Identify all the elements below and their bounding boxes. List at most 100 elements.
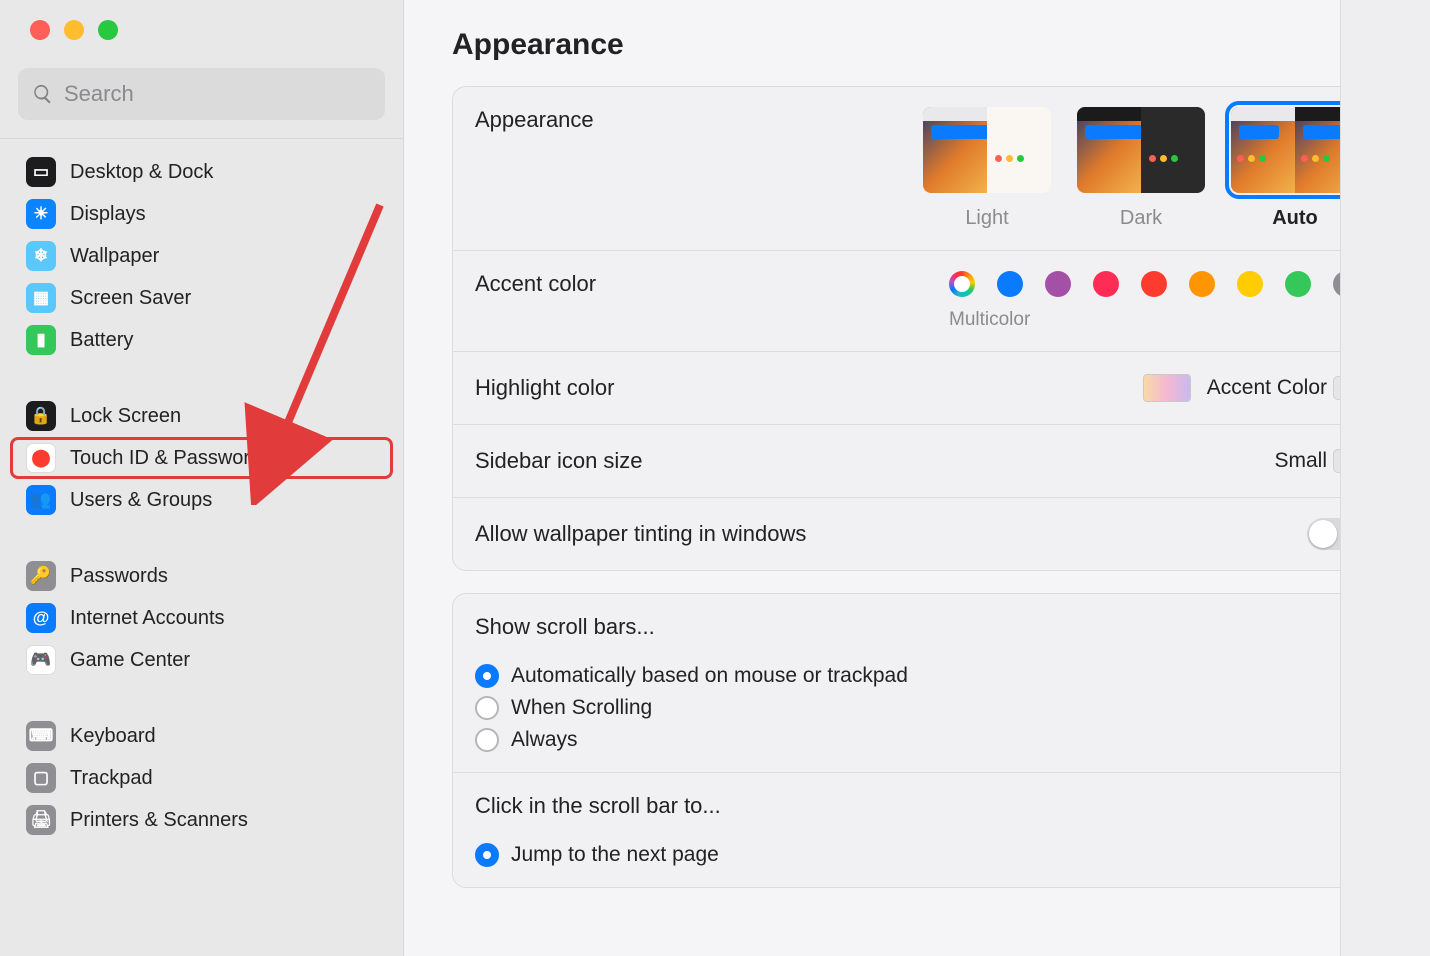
sidebar-item-label: Wallpaper xyxy=(70,245,159,268)
search-field[interactable] xyxy=(18,68,385,120)
lock-screen-icon: 🔒 xyxy=(26,401,56,431)
sidebar-icon-size-label: Sidebar icon size xyxy=(475,448,1268,474)
touch-id-password-icon: ⬤ xyxy=(26,443,56,473)
highlight-color-select[interactable]: Accent Color ▲▼ xyxy=(1201,372,1359,404)
accent-color-ffcc00[interactable] xyxy=(1237,271,1263,297)
sidebar-item-label: Internet Accounts xyxy=(70,607,225,630)
sidebar-item-keyboard[interactable]: ⌨ Keyboard xyxy=(10,715,393,757)
accent-color-0a7aff[interactable] xyxy=(997,271,1023,297)
sidebar-divider xyxy=(0,138,403,139)
clickbar-section: Click in the scroll bar to... Jump to th… xyxy=(453,773,1381,887)
radio-label: Jump to the next page xyxy=(511,843,719,867)
sidebar-item-label: Battery xyxy=(70,329,133,352)
game-center-icon: 🎮 xyxy=(26,645,56,675)
sidebar-item-passwords[interactable]: 🔑 Passwords xyxy=(10,555,393,597)
wallpaper-tinting-row: Allow wallpaper tinting in windows xyxy=(453,498,1381,570)
highlight-color-label: Highlight color xyxy=(475,375,1143,401)
sidebar-item-trackpad[interactable]: ▢ Trackpad xyxy=(10,757,393,799)
window-controls xyxy=(0,0,403,54)
sidebar-icon-size-value: Small xyxy=(1274,449,1327,473)
accent-color-ff2d55[interactable] xyxy=(1093,271,1119,297)
passwords-icon: 🔑 xyxy=(26,561,56,591)
appearance-tile-dark[interactable]: Dark xyxy=(1077,107,1205,230)
sidebar: ▭Desktop & Dock ☀ Displays ❄Wallpaper ▦ Scree… xyxy=(0,0,404,956)
sidebar-item-label: Printers & Scanners xyxy=(70,809,248,832)
clickbar-title: Click in the scroll bar to... xyxy=(475,793,721,819)
appearance-row: Appearance Light Dark Auto xyxy=(453,87,1381,251)
radio-label: When Scrolling xyxy=(511,696,652,720)
sidebar-item-label: Game Center xyxy=(70,649,190,672)
scrollbars-title: Show scroll bars... xyxy=(475,614,655,640)
sidebar-item-desktop-dock[interactable]: ▭Desktop & Dock xyxy=(10,151,393,193)
scroll-card: Show scroll bars... Automatically based … xyxy=(452,593,1382,888)
radio-icon xyxy=(475,728,499,752)
sidebar-item-wallpaper[interactable]: ❄Wallpaper xyxy=(10,235,393,277)
sidebar-item-game-center[interactable]: 🎮 Game Center xyxy=(10,639,393,681)
content-area: Appearance Appearance Light Dark Auto Acce… xyxy=(404,0,1430,956)
internet-accounts-icon: @ xyxy=(26,603,56,633)
radio-option[interactable]: Always xyxy=(475,728,908,752)
sidebar-item-label: Screen Saver xyxy=(70,287,191,310)
wallpaper-tinting-label: Allow wallpaper tinting in windows xyxy=(475,521,1307,547)
accent-color-34c759[interactable] xyxy=(1285,271,1311,297)
accent-row: Accent color Multicolor xyxy=(453,251,1381,352)
trackpad-icon: ▢ xyxy=(26,763,56,793)
appearance-thumb-light-icon xyxy=(923,107,1051,193)
page-title: Appearance xyxy=(452,28,1382,62)
sidebar-item-battery[interactable]: ▮Battery xyxy=(10,319,393,361)
accent-selected-label: Multicolor xyxy=(949,309,1359,331)
search-input[interactable] xyxy=(64,81,371,107)
fullscreen-window-button[interactable] xyxy=(98,20,118,40)
radio-option[interactable]: Jump to the next page xyxy=(475,843,719,867)
accent-color-a550a7[interactable] xyxy=(1045,271,1071,297)
keyboard-icon: ⌨ xyxy=(26,721,56,751)
radio-option[interactable]: Automatically based on mouse or trackpad xyxy=(475,664,908,688)
sidebar-item-label: Trackpad xyxy=(70,767,153,790)
sidebar-item-label: Passwords xyxy=(70,565,168,588)
sidebar-item-label: Users & Groups xyxy=(70,489,212,512)
sidebar-item-label: Keyboard xyxy=(70,725,156,748)
sidebar-list: ▭Desktop & Dock ☀ Displays ❄Wallpaper ▦ Scree… xyxy=(0,147,403,956)
scrollbars-radio-group: Automatically based on mouse or trackpad… xyxy=(475,664,908,752)
appearance-card: Appearance Light Dark Auto Accent color Mu… xyxy=(452,86,1382,571)
appearance-tile-light[interactable]: Light xyxy=(923,107,1051,230)
radio-icon xyxy=(475,843,499,867)
radio-icon xyxy=(475,664,499,688)
accent-color-options xyxy=(949,271,1359,297)
accent-color-multicolor[interactable] xyxy=(949,271,975,297)
appearance-tile-label: Dark xyxy=(1120,207,1162,230)
accent-color-ff9500[interactable] xyxy=(1189,271,1215,297)
sidebar-item-users-groups[interactable]: 👥Users & Groups xyxy=(10,479,393,521)
appearance-thumb-dark-icon xyxy=(1077,107,1205,193)
sidebar-item-displays[interactable]: ☀ Displays xyxy=(10,193,393,235)
sidebar-item-lock-screen[interactable]: 🔒 Lock Screen xyxy=(10,395,393,437)
sidebar-item-touch-id-password[interactable]: ⬤Touch ID & Password xyxy=(10,437,393,479)
appearance-row-label: Appearance xyxy=(475,107,923,133)
search-icon xyxy=(32,83,54,105)
sidebar-item-label: Lock Screen xyxy=(70,405,181,428)
radio-label: Always xyxy=(511,728,578,752)
close-window-button[interactable] xyxy=(30,20,50,40)
sidebar-item-printers-scanners[interactable]: 🖨 Printers & Scanners xyxy=(10,799,393,841)
sidebar-icon-size-row: Sidebar icon size Small ▲▼ xyxy=(453,425,1381,498)
screen-saver-icon: ▦ xyxy=(26,283,56,313)
printers-scanners-icon: 🖨 xyxy=(26,805,56,835)
displays-icon: ☀ xyxy=(26,199,56,229)
radio-option[interactable]: When Scrolling xyxy=(475,696,908,720)
highlight-color-swatch xyxy=(1143,374,1191,402)
scrollbars-section: Show scroll bars... Automatically based … xyxy=(453,594,1381,773)
radio-icon xyxy=(475,696,499,720)
sidebar-item-label: Displays xyxy=(70,203,146,226)
desktop-dock-icon: ▭ xyxy=(26,157,56,187)
sidebar-item-internet-accounts[interactable]: @ Internet Accounts xyxy=(10,597,393,639)
minimize-window-button[interactable] xyxy=(64,20,84,40)
clickbar-radio-group: Jump to the next page xyxy=(475,843,719,867)
radio-label: Automatically based on mouse or trackpad xyxy=(511,664,908,688)
accent-color-ff3b30[interactable] xyxy=(1141,271,1167,297)
sidebar-item-screen-saver[interactable]: ▦ Screen Saver xyxy=(10,277,393,319)
highlight-color-row: Highlight color Accent Color ▲▼ xyxy=(453,352,1381,425)
appearance-tile-label: Auto xyxy=(1272,207,1318,230)
window-scrollbar-track[interactable] xyxy=(1340,0,1430,956)
accent-row-label: Accent color xyxy=(475,271,949,297)
appearance-tiles: Light Dark Auto xyxy=(923,107,1359,230)
